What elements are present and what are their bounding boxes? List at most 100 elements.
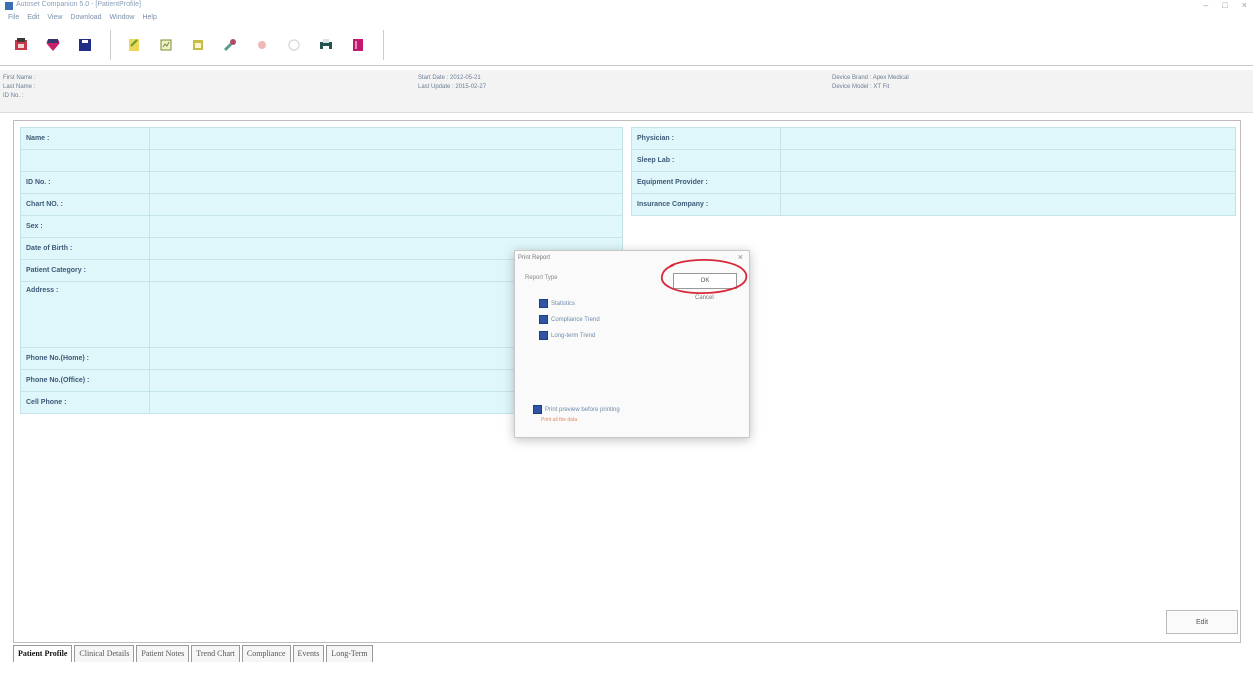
- open-patient-icon: [15, 38, 27, 50]
- window-title: Autoset Companion 5.0 - [PatientProfile]: [16, 1, 141, 8]
- name-value[interactable]: [149, 127, 623, 150]
- menu-view[interactable]: View: [47, 12, 62, 24]
- ok-button[interactable]: OK: [673, 273, 737, 289]
- menu-file[interactable]: File: [8, 12, 19, 24]
- title-bar: Autoset Companion 5.0 - [PatientProfile]…: [0, 0, 1253, 12]
- provider-fields-table: Physician : Sleep Lab : Equipment Provid…: [631, 127, 1236, 216]
- table-row: Chart NO. :: [20, 193, 623, 216]
- edit-button[interactable]: Edit: [1166, 610, 1238, 634]
- table-row: Sex :: [20, 215, 623, 238]
- compliance-trend-checkbox[interactable]: [539, 315, 548, 324]
- report-icon: [160, 39, 172, 51]
- dialog-close-icon[interactable]: ×: [738, 252, 743, 262]
- printer-icon: [320, 39, 332, 50]
- print-all-data-link[interactable]: Print all the data: [541, 417, 577, 423]
- field-label: Phone No.(Office) :: [20, 369, 150, 392]
- last-name-info: Last Name :: [3, 84, 36, 90]
- minimize-button[interactable]: –: [1203, 0, 1208, 10]
- insurance-company-value[interactable]: [780, 193, 1236, 216]
- name-value-2[interactable]: [149, 149, 623, 172]
- print-preview-checkbox[interactable]: [533, 405, 542, 414]
- save-disk-icon: [79, 39, 91, 51]
- open-patient-button[interactable]: [12, 36, 30, 54]
- patient-info-bar: First Name : Last Name : ID No. : Start …: [0, 70, 1253, 113]
- last-update-info: Last Update : 2015-02-27: [418, 84, 487, 90]
- disabled-tool-button[interactable]: [253, 36, 271, 54]
- physician-value[interactable]: [780, 127, 1236, 150]
- field-label: Cell Phone :: [20, 391, 150, 414]
- tools-button[interactable]: [221, 36, 239, 54]
- table-row: Sleep Lab :: [631, 149, 1236, 172]
- field-label: Sleep Lab :: [631, 149, 781, 172]
- field-label: Address :: [20, 281, 150, 348]
- faded-circle-icon: [288, 39, 300, 51]
- app-icon: [5, 2, 13, 10]
- calendar-icon: [193, 40, 203, 50]
- field-label: Insurance Company :: [631, 193, 781, 216]
- close-button[interactable]: ×: [1242, 0, 1247, 10]
- print-preview-option[interactable]: Print preview before printing: [533, 405, 620, 414]
- calendar-button[interactable]: [189, 36, 207, 54]
- chart-no-value[interactable]: [149, 193, 623, 216]
- faded-star-icon: [258, 41, 266, 49]
- menu-edit[interactable]: Edit: [27, 12, 39, 24]
- table-row: Insurance Company :: [631, 193, 1236, 216]
- patient-card-button[interactable]: [44, 36, 62, 54]
- tab-patient-profile[interactable]: Patient Profile: [13, 645, 73, 662]
- table-row: [20, 149, 623, 172]
- field-label: ID No. :: [20, 171, 150, 194]
- statistics-checkbox[interactable]: [539, 299, 548, 308]
- status-bar: [0, 664, 1253, 673]
- tools-icon: [223, 39, 236, 52]
- menu-download[interactable]: Download: [70, 12, 101, 24]
- table-row: ID No. :: [20, 171, 623, 194]
- statistics-option[interactable]: Statistics: [539, 299, 575, 308]
- tab-long-term[interactable]: Long-Term: [326, 645, 373, 662]
- cancel-button[interactable]: Cancel: [695, 295, 714, 301]
- dialog-title: Print Report: [518, 255, 551, 261]
- table-row: Name :: [20, 127, 623, 150]
- print-preview-label: Print preview before printing: [545, 406, 620, 413]
- option-label: Compliance Trend: [551, 316, 600, 323]
- table-row: Physician :: [631, 127, 1236, 150]
- maximize-button[interactable]: □: [1222, 0, 1227, 10]
- menu-help[interactable]: Help: [142, 12, 156, 24]
- start-date-info: Start Date : 2012-05-21: [418, 75, 481, 81]
- toolbar-separator: [110, 30, 111, 60]
- tab-patient-notes[interactable]: Patient Notes: [136, 645, 190, 662]
- print-report-dialog: Print Report × Report Type OK Cancel Sta…: [514, 250, 750, 438]
- notepad-icon: [129, 39, 139, 51]
- equipment-provider-value[interactable]: [780, 171, 1236, 194]
- tab-compliance[interactable]: Compliance: [241, 645, 291, 662]
- first-name-info: First Name :: [3, 75, 36, 81]
- id-no-info: ID No. :: [3, 93, 24, 99]
- disabled-circle-button[interactable]: [285, 36, 303, 54]
- sex-value[interactable]: [149, 215, 623, 238]
- report-type-label: Report Type: [525, 275, 558, 281]
- option-label: Statistics: [551, 300, 576, 307]
- device-brand-info: Device Brand : Apex Medical: [832, 75, 909, 81]
- report-button[interactable]: [157, 36, 175, 54]
- option-label: Long-term Trend: [551, 332, 596, 339]
- print-button[interactable]: [317, 36, 335, 54]
- field-label: Phone No.(Home) :: [20, 347, 150, 370]
- tab-trend-chart[interactable]: Trend Chart: [191, 645, 240, 662]
- id-no-value[interactable]: [149, 171, 623, 194]
- toolbar: [12, 28, 386, 62]
- device-model-info: Device Model : XT Fit: [832, 84, 890, 90]
- long-term-trend-option[interactable]: Long-term Trend: [539, 331, 595, 340]
- manual-button[interactable]: [349, 36, 367, 54]
- sleep-lab-value[interactable]: [780, 149, 1236, 172]
- notes-button[interactable]: [125, 36, 143, 54]
- long-term-trend-checkbox[interactable]: [539, 331, 548, 340]
- toolbar-separator: [383, 30, 384, 60]
- tab-clinical-details[interactable]: Clinical Details: [74, 645, 135, 662]
- field-label: Physician :: [631, 127, 781, 150]
- save-button[interactable]: [76, 36, 94, 54]
- table-row: Equipment Provider :: [631, 171, 1236, 194]
- menu-window[interactable]: Window: [110, 12, 135, 24]
- field-label: [20, 149, 150, 172]
- compliance-trend-option[interactable]: Compliance Trend: [539, 315, 600, 324]
- field-label: Date of Birth :: [20, 237, 150, 260]
- tab-events[interactable]: Events: [292, 645, 325, 662]
